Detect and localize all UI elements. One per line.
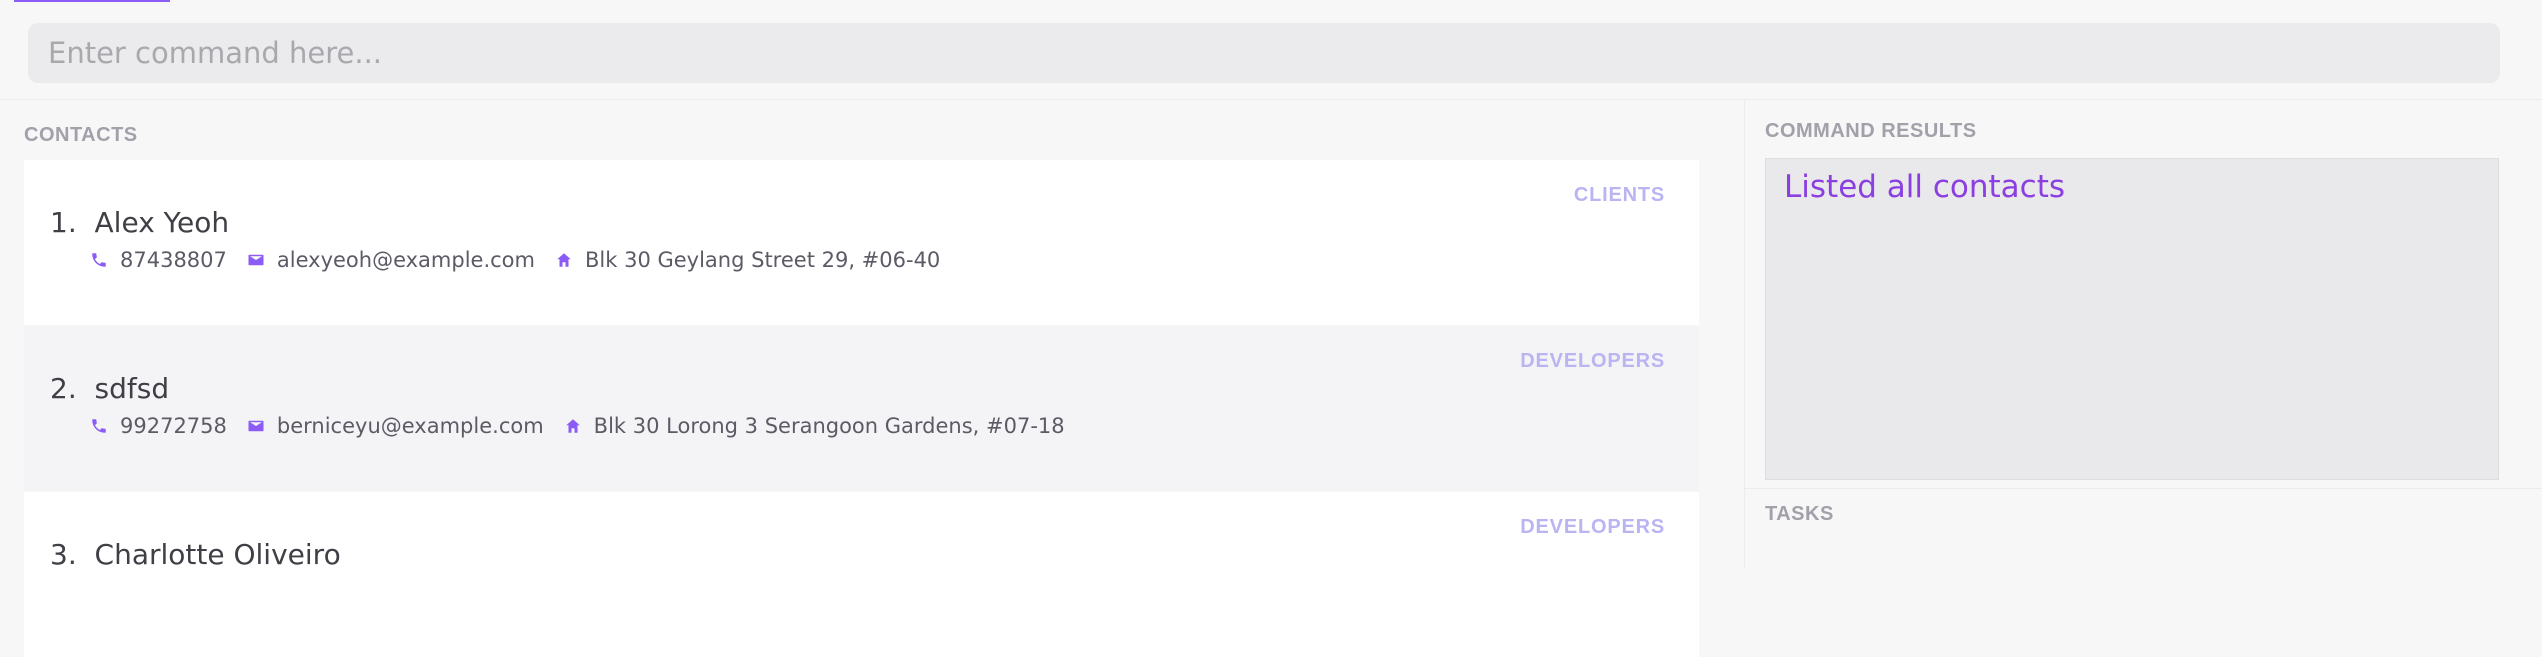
contacts-panel: CONTACTS 1. Alex Yeoh CLIENTS 87438807 a… — [0, 100, 1744, 657]
contact-tag: DEVELOPERS — [1520, 516, 1665, 538]
contact-card[interactable]: 3. Charlotte Oliveiro DEVELOPERS — [24, 492, 1699, 657]
contact-email: alexyeoh@example.com — [276, 248, 535, 272]
phone-icon — [92, 253, 106, 267]
phone-icon — [92, 419, 106, 433]
contacts-heading: CONTACTS — [24, 124, 138, 146]
contact-card[interactable]: 1. Alex Yeoh CLIENTS 87438807 alexyeoh@e… — [24, 160, 1699, 325]
contact-card[interactable]: 2. sdfsd DEVELOPERS 99272758 berniceyu@e… — [24, 326, 1699, 491]
contact-phone: 87438807 — [120, 248, 227, 272]
results-heading: COMMAND RESULTS — [1765, 120, 1977, 142]
home-icon — [557, 253, 571, 267]
tasks-heading: TASKS — [1765, 503, 1834, 525]
contact-name: 2. sdfsd — [50, 372, 169, 405]
contact-details: 87438807 alexyeoh@example.com Blk 30 Gey… — [90, 248, 960, 272]
contact-name-text: sdfsd — [94, 372, 170, 405]
contact-name-text: Charlotte Oliveiro — [94, 538, 341, 571]
contact-phone: 99272758 — [120, 414, 227, 438]
home-icon — [565, 419, 580, 433]
results-panel: COMMAND RESULTS Listed all contacts TASK… — [1744, 100, 2542, 568]
contact-tag: CLIENTS — [1573, 184, 1665, 206]
command-input[interactable] — [28, 23, 2500, 83]
mail-icon — [248, 254, 264, 266]
contact-index: 2. — [50, 372, 77, 405]
results-output[interactable]: Listed all contacts — [1765, 158, 2499, 480]
contact-name: 1. Alex Yeoh — [50, 206, 229, 239]
contact-index: 3. — [50, 538, 77, 571]
contact-index: 1. — [50, 206, 77, 239]
command-bar — [0, 0, 2542, 100]
contact-address: Blk 30 Lorong 3 Serangoon Gardens, #07-1… — [593, 414, 1065, 438]
contact-details: 99272758 berniceyu@example.com Blk 30 Lo… — [90, 414, 1085, 438]
contact-address: Blk 30 Geylang Street 29, #06-40 — [585, 248, 941, 272]
mail-icon — [248, 420, 264, 432]
contact-name-text: Alex Yeoh — [94, 206, 230, 239]
contact-tag: DEVELOPERS — [1520, 350, 1665, 372]
divider — [1745, 488, 2542, 489]
contact-name: 3. Charlotte Oliveiro — [50, 538, 341, 571]
contact-email: berniceyu@example.com — [276, 414, 544, 438]
